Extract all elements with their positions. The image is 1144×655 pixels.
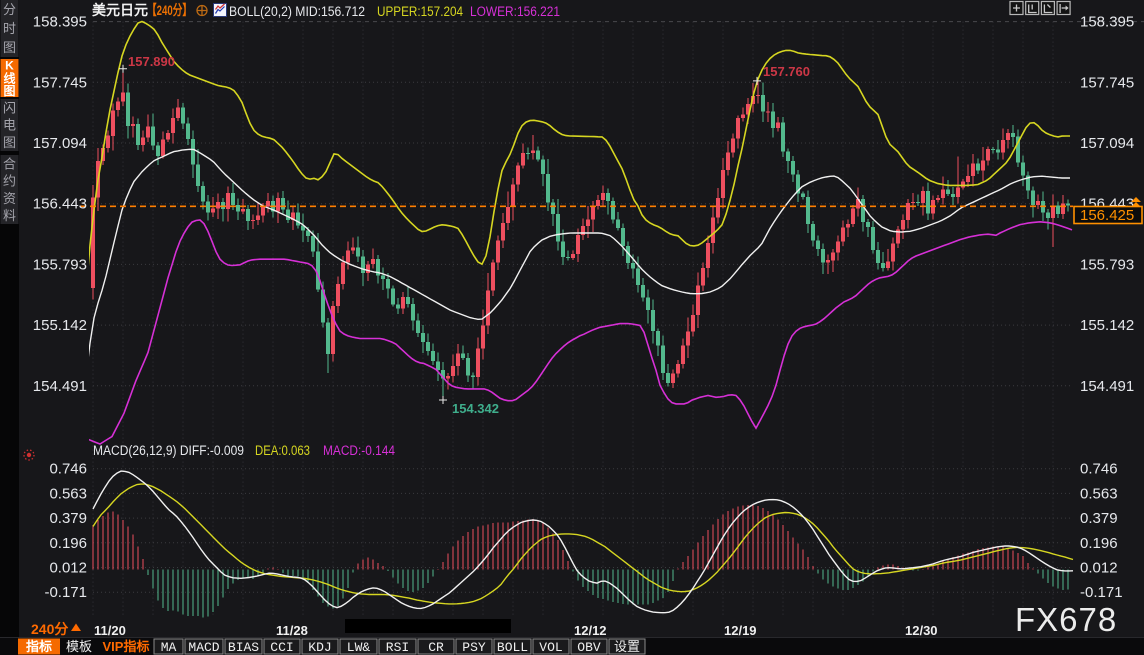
svg-text:157.745: 157.745 [1080,74,1134,91]
svg-text:0.012: 0.012 [49,560,87,577]
svg-text:时: 时 [3,21,16,36]
svg-text:设置: 设置 [614,639,640,654]
svg-text:12/12: 12/12 [574,623,607,638]
svg-text:0.379: 0.379 [1080,510,1118,527]
svg-text:BOLL(20,2) MID:156.712: BOLL(20,2) MID:156.712 [229,4,365,19]
svg-text:-0.171: -0.171 [44,584,87,601]
svg-text:LW&: LW& [347,640,371,655]
svg-text:155.793: 155.793 [33,256,87,273]
svg-text:156.443: 156.443 [33,196,87,213]
svg-text:11/20: 11/20 [94,623,126,638]
svg-text:240分: 240分 [31,621,68,637]
svg-text:0.563: 0.563 [1080,485,1118,502]
svg-text:DEA:0.063: DEA:0.063 [255,443,310,458]
svg-text:美元日元: 美元日元 [92,2,148,18]
svg-text:LOWER:156.221: LOWER:156.221 [470,4,560,19]
svg-text:157.890: 157.890 [128,54,175,69]
svg-text:0.196: 0.196 [49,535,87,552]
svg-text:PSY: PSY [462,640,486,655]
svg-text:157.094: 157.094 [1080,135,1134,152]
svg-text:157.760: 157.760 [763,64,810,79]
svg-text:RSI: RSI [386,640,409,655]
svg-text:图: 图 [3,84,15,98]
svg-text:155.142: 155.142 [1080,317,1134,334]
svg-text:CR: CR [428,640,444,655]
svg-text:-0.171: -0.171 [1080,584,1123,601]
svg-text:闪: 闪 [3,100,16,115]
svg-text:MA: MA [161,640,177,655]
svg-text:0.379: 0.379 [49,510,87,527]
svg-text:合: 合 [3,156,16,171]
svg-text:154.491: 154.491 [33,378,87,395]
svg-text:12/19: 12/19 [724,623,757,638]
svg-text:158.395: 158.395 [1080,14,1134,31]
svg-text:0.746: 0.746 [1080,461,1118,478]
svg-text:0.196: 0.196 [1080,535,1118,552]
svg-text:VOL: VOL [539,640,562,655]
svg-text:11/28: 11/28 [276,623,308,638]
svg-text:155.793: 155.793 [1080,256,1134,273]
svg-text:154.491: 154.491 [1080,378,1134,395]
svg-text:分: 分 [3,2,16,17]
svg-text:0.563: 0.563 [49,485,87,502]
svg-text:0.746: 0.746 [49,461,87,478]
svg-text:图: 图 [3,135,16,150]
svg-text:MACD:-0.144: MACD:-0.144 [323,443,395,458]
svg-text:BOLL: BOLL [497,640,528,655]
svg-text:157.094: 157.094 [33,135,87,152]
svg-text:0.012: 0.012 [1080,560,1118,577]
svg-text:12/30: 12/30 [905,623,938,638]
svg-text:OBV: OBV [577,640,601,655]
svg-text:155.142: 155.142 [33,317,87,334]
svg-text:MACD(26,12,9) DIFF:-0.009: MACD(26,12,9) DIFF:-0.009 [93,443,244,458]
svg-text:KDJ: KDJ [308,640,331,655]
svg-text:FX678: FX678 [1015,601,1117,638]
svg-text:UPPER:157.204: UPPER:157.204 [377,4,463,19]
svg-text:【240分】: 【240分】 [147,2,192,18]
svg-text:指标: 指标 [26,639,52,654]
svg-text:模板: 模板 [66,639,92,654]
svg-text:资: 资 [3,191,16,206]
svg-text:VIP指标: VIP指标 [103,639,150,654]
svg-text:料: 料 [3,208,16,223]
svg-text:图: 图 [3,40,16,55]
svg-text:157.745: 157.745 [33,74,87,91]
svg-text:154.342: 154.342 [452,401,499,416]
svg-text:158.395: 158.395 [33,14,87,31]
svg-text:156.425: 156.425 [1080,207,1134,224]
svg-text:约: 约 [3,174,16,189]
svg-text:MACD: MACD [188,640,219,655]
svg-text:BIAS: BIAS [228,640,259,655]
svg-text:CCI: CCI [270,640,293,655]
svg-text:电: 电 [3,118,16,133]
